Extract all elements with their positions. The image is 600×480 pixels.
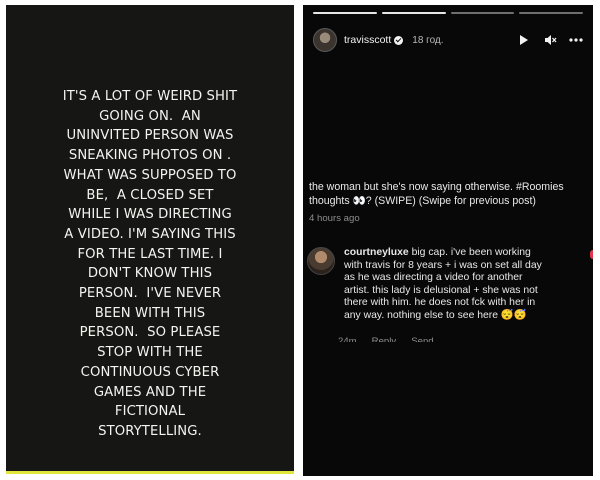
story-line: FICTIONAL <box>114 404 186 420</box>
progress-segment <box>519 12 583 14</box>
story-line: FOR THE LAST TIME. I <box>77 246 223 262</box>
story-progress-bar <box>313 12 583 14</box>
story-line: IT'S A LOT OF WEIRD SHIT <box>62 89 238 104</box>
avatar[interactable] <box>313 28 337 52</box>
story-panel-right: travisscott 18 год. the woman but she's … <box>303 5 593 476</box>
comment-text: there with him. he does not fck with her… <box>344 297 536 309</box>
heart-icon[interactable] <box>590 250 593 259</box>
story-line: UNINVITED PERSON WAS <box>66 128 234 144</box>
story-panel-left: IT'S A LOT OF WEIRD SHIT GOING ON. AN UNIN… <box>6 5 294 474</box>
send-button[interactable]: Send <box>411 334 433 342</box>
progress-segment <box>450 12 515 14</box>
story-time: 18 год. <box>412 34 444 46</box>
comment-text: with travis for 8 years + i was on set a… <box>344 259 542 271</box>
story-statement: IT'S A LOT OF WEIRD SHIT GOING ON. AN UNIN… <box>18 87 282 442</box>
story-line: CONTINUOUS CYBER <box>80 364 220 380</box>
story-line: DON'T KNOW THIS <box>87 266 213 282</box>
story-line: GOING ON. AN <box>99 108 201 124</box>
caption-time: 4 hours ago <box>309 213 360 224</box>
more-icon[interactable] <box>569 33 583 47</box>
comment-text: big cap. i've been working <box>408 247 531 258</box>
story-line: A VIDEO. I'M SAYING THIS <box>64 226 236 242</box>
story-line: BE, A CLOSED SET <box>86 187 214 203</box>
story-username[interactable]: travisscott <box>344 34 391 46</box>
story-line: WHILE I WAS DIRECTING <box>68 207 232 223</box>
progress-segment <box>313 12 377 14</box>
caption-line: thoughts 👀? (SWIPE) (Swipe for previous … <box>309 194 536 207</box>
verified-badge-icon <box>394 35 404 45</box>
caption-line: the woman but she's now saying otherwise… <box>309 181 564 193</box>
story-line: WHAT WAS SUPPOSED TO <box>63 167 237 183</box>
comment-text: any way. nothing else to see here 😴😴 <box>344 309 527 321</box>
story-header: travisscott 18 год. <box>313 25 583 55</box>
comment-body: courtneyluxe big cap. i've been working … <box>344 247 584 323</box>
comment-text: as he was directing a video for another <box>344 272 523 284</box>
story-line: GAMES AND THE <box>93 384 207 400</box>
mute-icon[interactable] <box>543 33 557 47</box>
story-line: STORYTELLING. <box>98 423 202 439</box>
comment-time: 24m <box>338 336 357 342</box>
comment: courtneyluxe big cap. i've been working … <box>307 247 589 323</box>
comment-actions: 24m Reply Send <box>338 334 434 342</box>
reply-button[interactable]: Reply <box>372 334 397 342</box>
story-line: SNEAKING PHOTOS ON . <box>68 148 232 164</box>
commenter-username[interactable]: courtneyluxe <box>344 247 409 258</box>
comment-text: artist. this lady is delusional + she wa… <box>344 284 538 296</box>
story-line: BEEN WITH THIS <box>94 305 206 321</box>
story-line: STOP WITH THE <box>97 345 203 361</box>
story-line: PERSON. I'VE NEVER <box>78 286 222 302</box>
play-icon[interactable] <box>517 33 531 47</box>
story-line: PERSON. SO PLEASE <box>79 325 221 341</box>
commenter-avatar[interactable] <box>307 247 335 275</box>
post-caption: the woman but she's now saying otherwise… <box>309 181 593 208</box>
progress-segment <box>381 12 446 14</box>
